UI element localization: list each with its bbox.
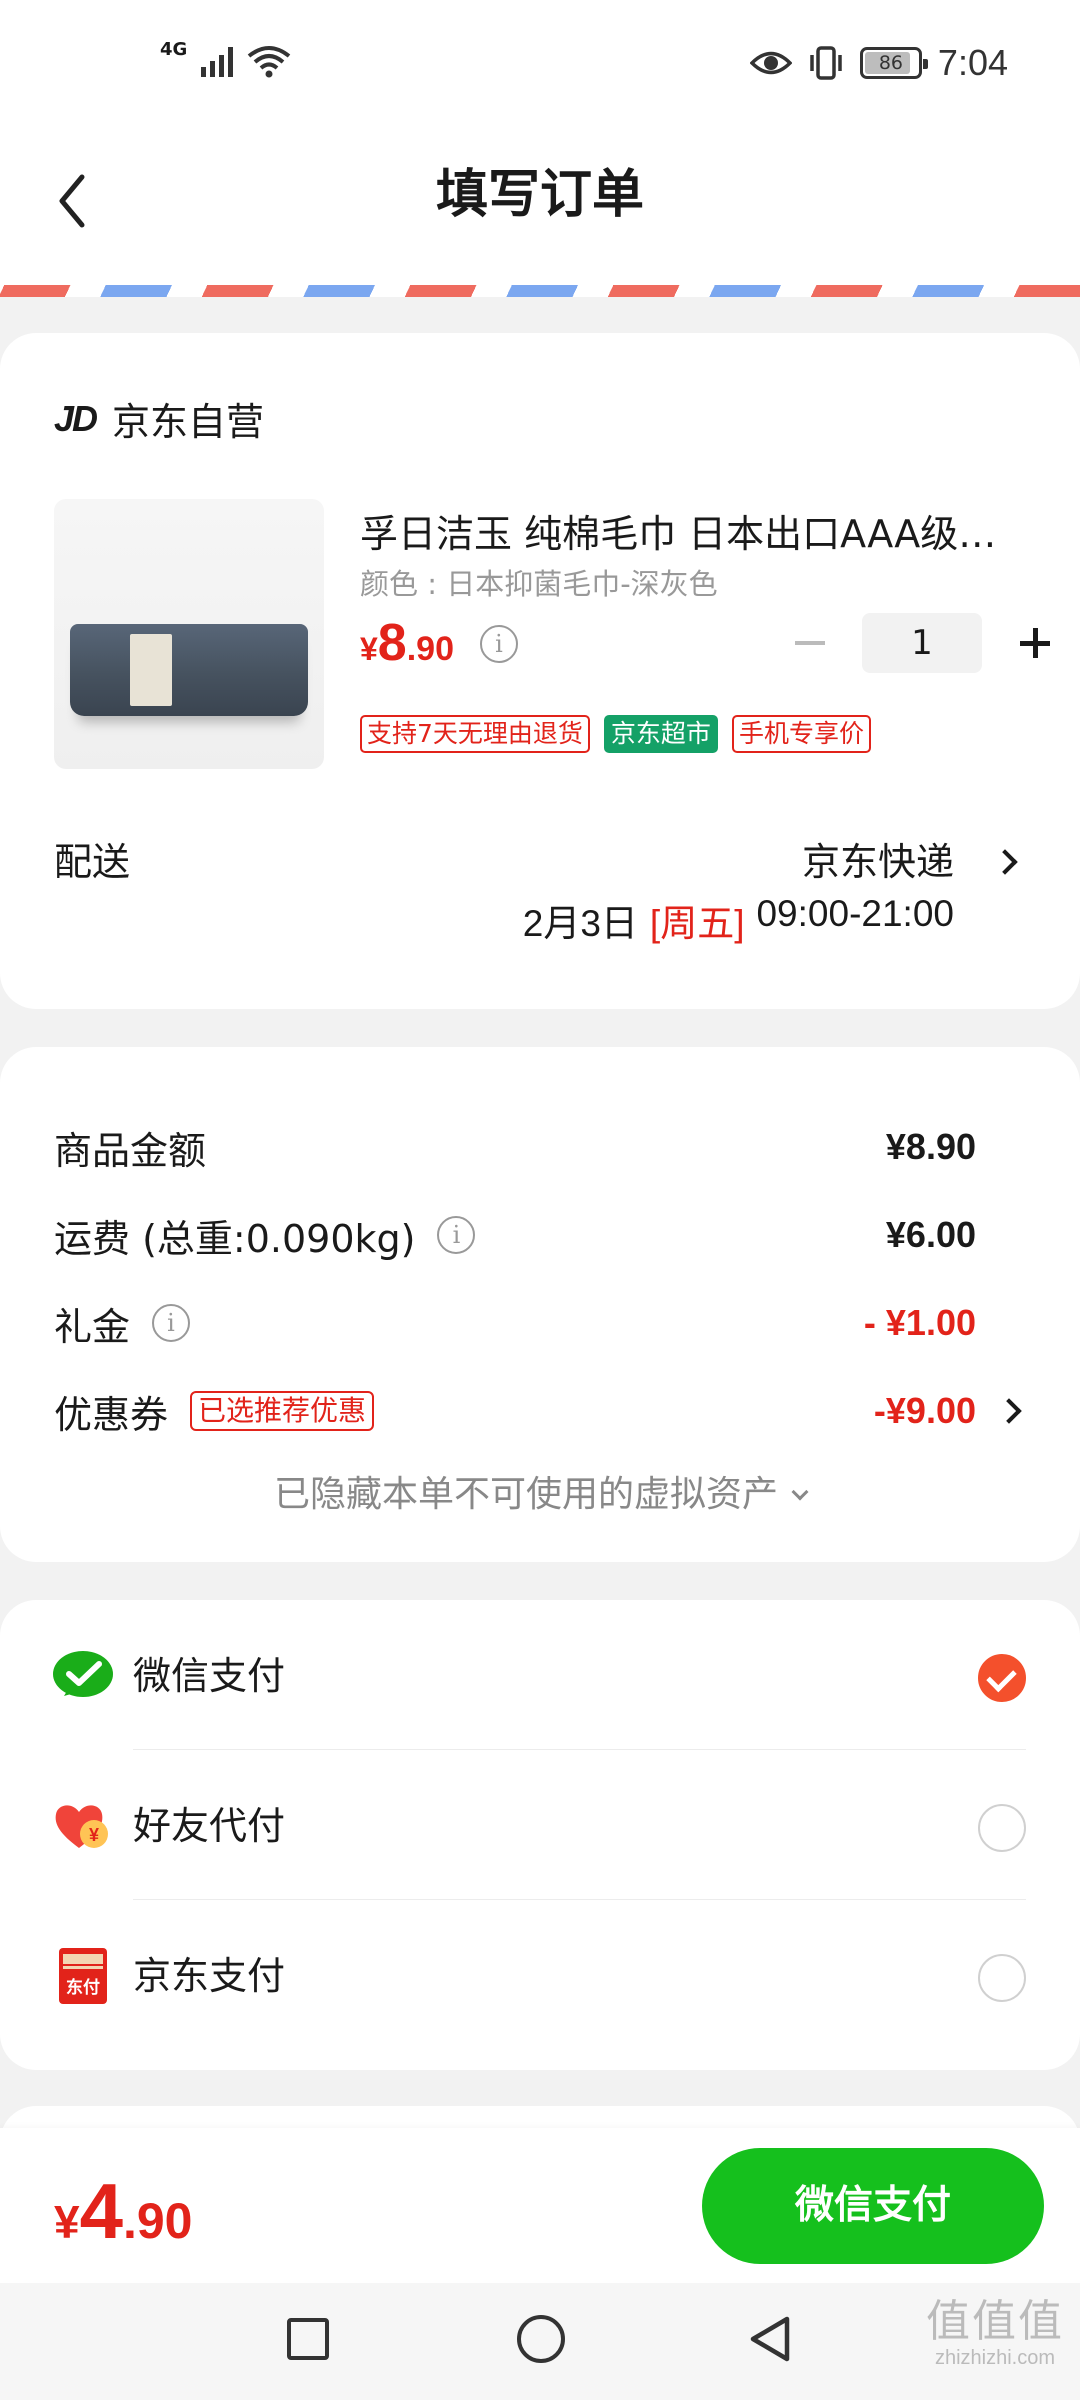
page-header: 填写订单 <box>0 135 1080 285</box>
delivery-time[interactable]: 2月3日 [周五] 09:00-21:00 <box>523 893 954 947</box>
wechat-pay-button[interactable]: 微信支付 <box>702 2148 1044 2264</box>
gift-label-wrap: 礼金 i <box>54 1296 191 1351</box>
payment-label-wechat: 微信支付 <box>133 1654 286 1698</box>
chevron-down-icon <box>791 1483 809 1501</box>
product-price: ¥ 8 .90 <box>360 613 454 673</box>
recents-icon[interactable] <box>287 2318 329 2360</box>
vibrate-icon <box>810 46 842 80</box>
shipping-label-wrap: 运费 (总重:0.090kg) i <box>54 1208 476 1263</box>
gift-row: 礼金 i - ¥1.00 <box>54 1293 1026 1353</box>
payment-methods-card: 微信支付 ¥ 好友代付 东付 京东支付 <box>0 1600 1080 2070</box>
store-name: 京东自营 <box>112 400 265 444</box>
delivery-chevron-right-icon[interactable] <box>992 849 1018 875</box>
home-icon[interactable] <box>517 2315 565 2363</box>
radio-friend[interactable] <box>978 1804 1026 1852</box>
battery-level: 86 <box>878 52 904 74</box>
status-bar: 4G 86 7:04 <box>0 0 1080 135</box>
hidden-assets-text: 已隐藏本单不可使用的虚拟资产 <box>273 1474 778 1515</box>
jd-pay-icon: 东付 <box>59 1948 107 2004</box>
price-decimal: .90 <box>406 630 454 668</box>
order-summary-card: 商品金额 ¥8.90 运费 (总重:0.090kg) i ¥6.00 礼金 i … <box>0 1047 1080 1562</box>
towel-graphic <box>70 624 308 716</box>
total-decimal: .90 <box>122 2193 193 2249</box>
watermark-url: zhizhizhi.com <box>934 2347 1056 2369</box>
status-right: 86 7:04 <box>749 42 1008 84</box>
watermark-logo: 值值值 <box>926 2297 1064 2346</box>
payment-label-friend: 好友代付 <box>133 1804 286 1848</box>
goods-amount-value: ¥8.90 <box>885 1126 976 1167</box>
jd-logo: JD <box>54 397 98 439</box>
coupon-label-wrap: 优惠券 已选推荐优惠 <box>54 1384 375 1439</box>
coupon-row[interactable]: 优惠券 已选推荐优惠 -¥9.00 <box>54 1381 1026 1441</box>
gift-value: - ¥1.00 <box>863 1302 976 1343</box>
goods-amount-row: 商品金额 ¥8.90 <box>54 1117 1026 1177</box>
wechat-pay-icon <box>53 1651 113 1697</box>
product-spec[interactable]: 颜色 : 日本抑菌毛巾-深灰色 <box>360 561 718 603</box>
page-title: 填写订单 <box>435 165 644 225</box>
tag-jd-supermarket: 京东超市 <box>603 715 718 753</box>
tag-return-policy: 支持7天无理由退货 <box>360 715 590 753</box>
quantity-value[interactable]: 1 <box>862 613 982 673</box>
eye-icon <box>749 51 792 75</box>
payment-label-jd: 京东支付 <box>133 1954 286 1998</box>
coupon-value: -¥9.00 <box>873 1390 976 1431</box>
total-amount: ¥ 4 .90 <box>54 2166 193 2257</box>
delivery-label: 配送 <box>54 840 131 884</box>
shipping-value: ¥6.00 <box>885 1214 976 1255</box>
delivery-date: 2月3日 <box>522 903 638 944</box>
delivery-weekday: [周五] <box>649 903 745 944</box>
delivery-time-range: 09:00-21:00 <box>756 893 954 934</box>
product-title[interactable]: 孚日洁玉 纯棉毛巾 日本出口AAA级… <box>360 503 1020 558</box>
coupon-chevron-right-icon[interactable] <box>996 1398 1022 1424</box>
product-image[interactable] <box>54 499 324 769</box>
shipping-row: 运费 (总重:0.090kg) i ¥6.00 <box>54 1205 1026 1265</box>
back-triangle-icon[interactable] <box>745 2313 795 2365</box>
system-nav-bar: 值值值 zhizhizhi.com <box>0 2283 1080 2400</box>
price-integer: 8 <box>377 614 407 672</box>
increase-button[interactable] <box>1004 613 1064 673</box>
product-card: JD 京东自营 孚日洁玉 纯棉毛巾 日本出口AAA级… 颜色 : 日本抑菌毛巾-… <box>0 333 1080 1009</box>
jd-pay-icon-text: 东付 <box>66 1977 100 1998</box>
friend-pay-icon: ¥ <box>55 1805 108 1848</box>
decrease-button[interactable] <box>780 613 840 673</box>
quantity-stepper: 1 <box>780 613 1064 673</box>
radio-jd[interactable] <box>978 1954 1026 2002</box>
friend-pay-icon-text: ¥ <box>89 1825 99 1845</box>
price-info-icon[interactable]: i <box>480 625 518 663</box>
product-tags: 支持7天无理由退货 京东超市 手机专享价 <box>360 715 871 753</box>
store-header[interactable]: JD 京东自营 <box>54 391 264 446</box>
total-integer: 4 <box>79 2167 123 2255</box>
delivery-carrier[interactable]: 京东快递 <box>802 831 954 886</box>
status-left: 4G <box>160 39 291 78</box>
coupon-badge: 已选推荐优惠 <box>190 1391 375 1431</box>
gift-label: 礼金 <box>54 1304 131 1349</box>
price-symbol: ¥ <box>360 631 378 667</box>
towel-label <box>130 634 172 706</box>
tag-mobile-price: 手机专享价 <box>731 715 871 753</box>
payment-option-wechat[interactable]: 微信支付 <box>0 1600 1080 1750</box>
checkout-bar: ¥ 4 .90 微信支付 <box>0 2128 1080 2283</box>
wifi-icon <box>248 46 291 78</box>
coupon-label: 优惠券 <box>54 1392 169 1437</box>
network-type-label: 4G <box>160 38 188 60</box>
payment-option-friend[interactable]: ¥ 好友代付 <box>0 1750 1080 1900</box>
payment-option-jd[interactable]: 东付 京东支付 <box>0 1900 1080 2050</box>
shipping-info-icon[interactable]: i <box>437 1216 476 1254</box>
airmail-border <box>0 285 1080 297</box>
clock: 7:04 <box>937 42 1008 83</box>
gift-info-icon[interactable]: i <box>152 1304 191 1342</box>
signal-icon <box>201 45 234 77</box>
minus-icon <box>795 641 825 645</box>
hidden-assets-toggle[interactable]: 已隐藏本单不可使用的虚拟资产 <box>0 1465 1080 1517</box>
battery-icon: 86 <box>859 47 928 79</box>
total-symbol: ¥ <box>54 2196 80 2248</box>
shipping-label: 运费 (总重:0.090kg) <box>54 1216 416 1261</box>
radio-wechat-checked[interactable] <box>978 1654 1026 1702</box>
watermark: 值值值 zhizhizhi.com <box>920 2297 1070 2370</box>
goods-amount-label: 商品金额 <box>54 1128 207 1173</box>
